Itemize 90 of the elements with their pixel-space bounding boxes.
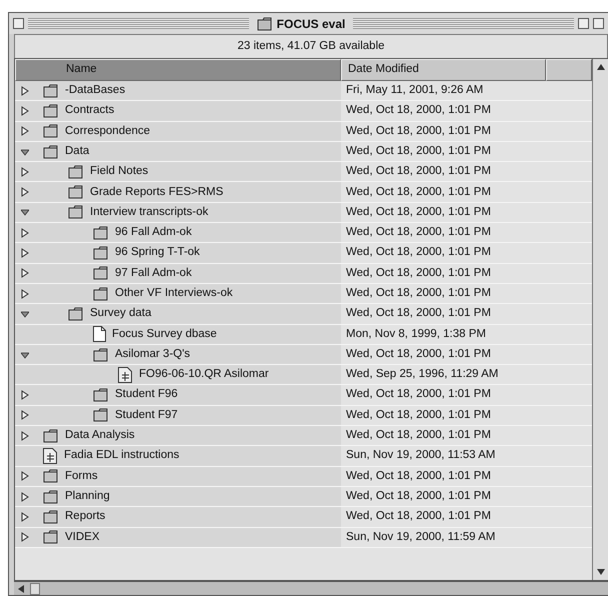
- folder-icon: [256, 16, 273, 30]
- disclosure-triangle-icon[interactable]: [21, 207, 29, 218]
- file-name[interactable]: -DataBases: [65, 82, 126, 100]
- disclosure-triangle-icon[interactable]: [21, 350, 29, 360]
- date-modified: Wed, Oct 18, 2000, 1:01 PM: [346, 286, 491, 301]
- folder-icon: [43, 104, 59, 118]
- date-modified: Wed, Oct 18, 2000, 1:01 PM: [346, 387, 491, 402]
- file-name[interactable]: Survey data: [90, 305, 152, 323]
- folder-icon: [93, 388, 109, 402]
- file-name[interactable]: Reports: [65, 508, 106, 526]
- folder-icon: [68, 185, 84, 200]
- folder-icon: [93, 408, 109, 422]
- folder-icon: [43, 84, 59, 98]
- column-header[interactable]: Name: [15, 59, 341, 81]
- close-box[interactable]: [13, 18, 24, 29]
- disclosure-triangle-icon[interactable]: [21, 126, 29, 136]
- left-arrow-icon[interactable]: [18, 584, 26, 592]
- disclosure-triangle-icon[interactable]: [21, 471, 29, 482]
- disclosure-triangle-icon[interactable]: [21, 248, 29, 258]
- folder-icon: [43, 510, 59, 524]
- folder-icon: [93, 246, 109, 260]
- date-modified: Sun, Nov 19, 2000, 11:53 AM: [346, 448, 496, 464]
- date-modified: Wed, Oct 18, 2000, 1:01 PM: [346, 488, 491, 504]
- file-name[interactable]: Student F96: [115, 386, 178, 404]
- folder-icon: [93, 286, 109, 301]
- folder-icon: [43, 530, 59, 544]
- date-modified: Wed, Oct 18, 2000, 1:01 PM: [346, 306, 491, 322]
- file-name[interactable]: Data Analysis: [65, 427, 135, 444]
- date-modified: Sun, Nov 19, 2000, 11:59 AM: [346, 530, 496, 545]
- date-modified: Wed, Oct 18, 2000, 1:01 PM: [346, 124, 491, 139]
- file-name[interactable]: Data: [65, 142, 90, 160]
- disclosure-triangle-icon[interactable]: [21, 288, 29, 299]
- disclosure-triangle-icon[interactable]: [21, 146, 29, 157]
- file-name[interactable]: Field Notes: [90, 163, 148, 180]
- folder-icon: [68, 164, 84, 179]
- disclosure-triangle-icon[interactable]: [21, 430, 29, 441]
- disclosure-triangle-icon[interactable]: [21, 492, 29, 502]
- zoom-box[interactable]: [578, 18, 590, 29]
- date-modified: Wed, Oct 18, 2000, 1:01 PM: [346, 164, 491, 180]
- disclosure-triangle-icon[interactable]: [21, 390, 29, 400]
- folder-icon: [43, 144, 59, 159]
- disclosure-triangle-icon[interactable]: [21, 512, 29, 522]
- folder-icon: [93, 266, 109, 280]
- disclosure-triangle-icon[interactable]: [21, 532, 29, 542]
- date-modified: Wed, Oct 18, 2000, 1:01 PM: [346, 346, 491, 362]
- date-modified: Wed, Oct 18, 2000, 1:01 PM: [346, 408, 491, 423]
- date-modified: Wed, Oct 18, 2000, 1:01 PM: [346, 204, 491, 220]
- date-modified: Fri, May 11, 2001, 9:26 AM: [346, 83, 484, 98]
- collapse-box[interactable]: [593, 18, 604, 29]
- folder-icon: [93, 348, 109, 362]
- scroll-thumb[interactable]: [30, 582, 40, 594]
- down-arrow-icon[interactable]: [596, 569, 604, 575]
- folder-icon: [93, 226, 109, 240]
- file-name[interactable]: Contracts: [65, 102, 114, 120]
- date-modified: Wed, Oct 18, 2000, 1:01 PM: [346, 266, 491, 281]
- date-modified: Wed, Oct 18, 2000, 1:01 PM: [346, 184, 491, 200]
- disclosure-triangle-icon[interactable]: [21, 106, 29, 116]
- disclosure-triangle-icon[interactable]: [21, 268, 29, 278]
- file-name[interactable]: VIDEX: [65, 528, 100, 546]
- window-title: FOCUS eval: [276, 16, 346, 32]
- date-modified: Wed, Oct 18, 2000, 1:01 PM: [346, 468, 491, 484]
- date-modified: Wed, Oct 18, 2000, 1:01 PM: [346, 144, 491, 159]
- date-modified: Wed, Oct 18, 2000, 1:01 PM: [346, 509, 491, 524]
- horizontal-scrollbar[interactable]: [14, 581, 608, 595]
- disclosure-triangle-icon[interactable]: [21, 166, 29, 177]
- disclosure-triangle-icon[interactable]: [21, 86, 29, 96]
- folder-icon: [43, 124, 59, 138]
- vertical-scrollbar[interactable]: [592, 59, 608, 580]
- folder-icon: [68, 205, 84, 220]
- date-modified: Wed, Oct 18, 2000, 1:01 PM: [346, 428, 491, 444]
- info-bar: 23 items, 41.07 GB available: [14, 34, 608, 58]
- folder-icon: [68, 306, 84, 321]
- disclosure-triangle-icon[interactable]: [21, 410, 29, 420]
- column-header[interactable]: Date Modified: [341, 59, 546, 81]
- disclosure-triangle-icon[interactable]: [21, 228, 29, 238]
- disclosure-triangle-icon[interactable]: [21, 308, 29, 319]
- date-modified: Wed, Sep 25, 1996, 11:29 AM: [346, 367, 498, 382]
- folder-icon: [43, 469, 59, 484]
- up-arrow-icon[interactable]: [596, 64, 604, 70]
- document-icon: [43, 448, 58, 464]
- disclosure-triangle-icon[interactable]: [21, 187, 29, 198]
- date-modified: Mon, Nov 8, 1999, 1:38 PM: [346, 326, 486, 342]
- date-modified: Wed, Oct 18, 2000, 1:01 PM: [346, 103, 491, 118]
- folder-icon: [43, 490, 59, 504]
- date-modified: Wed, Oct 18, 2000, 1:01 PM: [346, 225, 491, 240]
- file-name[interactable]: Planning: [65, 488, 110, 506]
- folder-icon: [43, 428, 59, 443]
- date-modified: Wed, Oct 18, 2000, 1:01 PM: [346, 245, 491, 260]
- file-name[interactable]: Student F97: [115, 406, 178, 424]
- file-name[interactable]: Forms: [65, 468, 98, 485]
